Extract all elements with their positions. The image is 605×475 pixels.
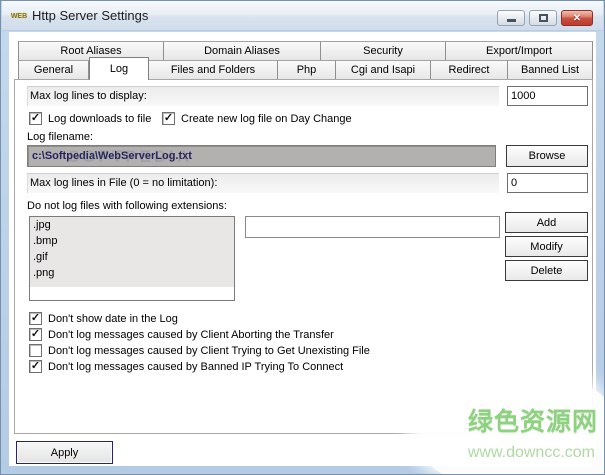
tab-domain-aliases[interactable]: Domain Aliases bbox=[164, 41, 321, 60]
checkbox-icon[interactable] bbox=[29, 344, 42, 357]
log-filename-value: c:\Softpedia\WebServerLog.txt bbox=[32, 150, 192, 162]
checkbox-icon[interactable]: ✓ bbox=[29, 312, 42, 325]
delete-button[interactable]: Delete bbox=[505, 260, 588, 281]
apply-button[interactable]: Apply bbox=[16, 441, 113, 464]
checkbox-icon[interactable]: ✓ bbox=[29, 328, 42, 341]
watermark-site-url: www.downcc.com bbox=[468, 444, 595, 462]
close-button[interactable]: ✕ bbox=[561, 10, 593, 26]
list-item[interactable]: .jpg bbox=[30, 217, 234, 233]
tab-redirect[interactable]: Redirect bbox=[431, 60, 508, 80]
max-lines-in-file-label: Max log lines in File (0 = no limitation… bbox=[27, 173, 499, 193]
tab-export-import[interactable]: Export/Import bbox=[446, 41, 593, 60]
minimize-button[interactable] bbox=[497, 10, 525, 26]
http-server-settings-window: WEB Http Server Settings ✕ Root Aliases … bbox=[0, 0, 605, 475]
extension-input[interactable] bbox=[245, 216, 500, 238]
maximize-button[interactable] bbox=[529, 10, 557, 26]
checkbox-label: Don't log messages caused by Client Tryi… bbox=[48, 345, 370, 357]
max-log-lines-label: Max log lines to display: bbox=[27, 86, 499, 106]
list-item[interactable]: .gif bbox=[30, 249, 234, 265]
web-logo-icon: WEB bbox=[10, 10, 28, 23]
add-button[interactable]: Add bbox=[505, 212, 588, 233]
watermark-site-name: 绿色资源网 bbox=[468, 402, 598, 438]
tab-files-and-folders[interactable]: Files and Folders bbox=[149, 60, 278, 80]
tab-banned-list[interactable]: Banned List bbox=[508, 60, 593, 80]
minimize-icon bbox=[507, 19, 516, 22]
browse-button[interactable]: Browse bbox=[506, 145, 588, 167]
tab-security[interactable]: Security bbox=[321, 41, 446, 60]
log-filename-label: Log filename: bbox=[27, 131, 93, 143]
maximize-icon bbox=[539, 14, 548, 22]
window-title: Http Server Settings bbox=[32, 1, 148, 31]
checkbox-icon[interactable]: ✓ bbox=[162, 112, 175, 125]
checkbox-label: Don't show date in the Log bbox=[48, 313, 178, 325]
window-controls: ✕ bbox=[497, 10, 593, 26]
checkbox-icon[interactable]: ✓ bbox=[29, 112, 42, 125]
list-item[interactable]: .bmp bbox=[30, 233, 234, 249]
list-item[interactable]: .png bbox=[30, 265, 234, 281]
checkbox-label: Don't log messages caused by Client Abor… bbox=[48, 329, 334, 341]
extensions-listbox[interactable]: .jpg .bmp .gif .png bbox=[29, 216, 235, 301]
checkbox-dont-log-unexisting-file[interactable]: Don't log messages caused by Client Tryi… bbox=[29, 344, 370, 357]
max-log-lines-input[interactable] bbox=[507, 86, 588, 106]
checkbox-dont-log-banned-ip[interactable]: ✓ Don't log messages caused by Banned IP… bbox=[29, 360, 343, 373]
max-lines-in-file-input[interactable] bbox=[507, 173, 588, 193]
checkbox-label: Don't log messages caused by Banned IP T… bbox=[48, 361, 343, 373]
tab-general[interactable]: General bbox=[18, 60, 89, 80]
checkbox-icon[interactable]: ✓ bbox=[29, 360, 42, 373]
modify-button[interactable]: Modify bbox=[505, 236, 588, 257]
tab-log[interactable]: Log bbox=[89, 57, 149, 80]
log-filename-field[interactable]: c:\Softpedia\WebServerLog.txt SOFTPEDIA bbox=[27, 145, 496, 167]
checkbox-dont-log-client-abort[interactable]: ✓ Don't log messages caused by Client Ab… bbox=[29, 328, 334, 341]
extensions-label: Do not log files with following extensio… bbox=[27, 200, 227, 212]
close-icon: ✕ bbox=[573, 13, 581, 24]
title-bar: WEB Http Server Settings ✕ bbox=[2, 1, 603, 31]
checkbox-label: Create new log file on Day Change bbox=[181, 113, 352, 125]
checkbox-log-downloads[interactable]: ✓ Log downloads to file bbox=[29, 112, 151, 125]
extensions-list-items: .jpg .bmp .gif .png bbox=[30, 217, 234, 287]
checkbox-label: Log downloads to file bbox=[48, 113, 151, 125]
log-tab-page: Max log lines to display: ✓ Log download… bbox=[14, 79, 593, 434]
checkbox-create-new-log-day[interactable]: ✓ Create new log file on Day Change bbox=[162, 112, 352, 125]
checkbox-dont-show-date[interactable]: ✓ Don't show date in the Log bbox=[29, 312, 178, 325]
tab-row-lower: General Log Files and Folders Php Cgi an… bbox=[18, 60, 593, 80]
tab-cgi-and-isapi[interactable]: Cgi and Isapi bbox=[336, 60, 431, 80]
tab-php[interactable]: Php bbox=[278, 60, 336, 80]
